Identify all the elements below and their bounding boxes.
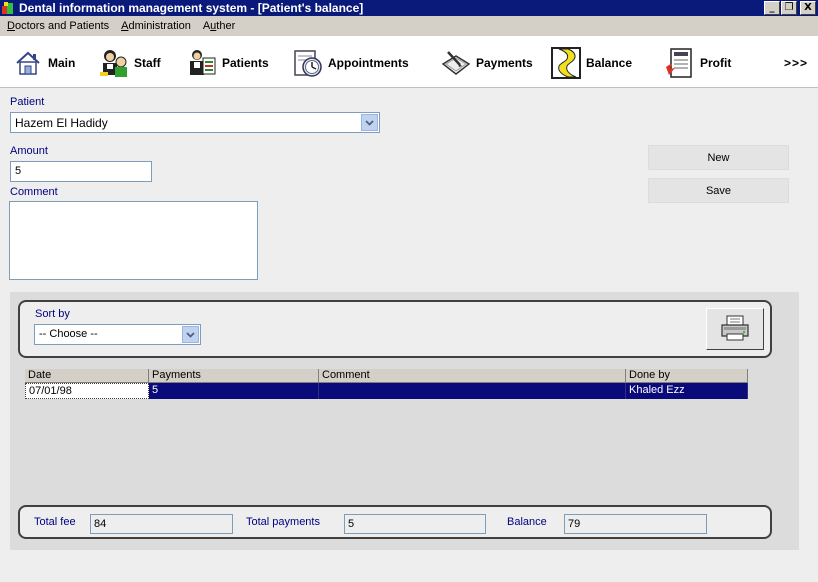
printer-icon [719,314,751,345]
amount-input[interactable]: 5 [10,161,152,182]
total-fee-field: 84 [90,514,233,534]
sort-group: Sort by -- Choose -- [18,300,772,358]
total-payments-field: 5 [344,514,486,534]
patient-select-value: Hazem El Hadidy [15,116,108,130]
chevron-down-icon[interactable] [361,114,378,131]
grid-header: Date Payments Comment Done by [25,369,748,383]
toolbar: Main Staff Patients Appointments Payment… [0,36,818,88]
balance-icon [550,47,582,79]
title-bar: Dental information management system - [… [0,0,818,16]
print-button[interactable] [706,308,764,350]
app-icon [1,1,15,15]
toolbar-appointments[interactable]: Appointments [292,46,409,80]
balance-label: Balance [507,516,547,528]
column-header-payments[interactable]: Payments [149,369,319,383]
staff-icon [98,47,130,79]
table-row[interactable]: 07/01/98 5 Khaled Ezz [25,383,748,399]
patients-icon [186,47,218,79]
house-icon [12,47,44,79]
toolbar-staff[interactable]: Staff [98,46,161,80]
cell-done-by[interactable]: Khaled Ezz [626,383,748,399]
chevron-down-icon[interactable] [182,326,199,343]
toolbar-payments-label: Payments [476,56,533,70]
total-payments-label: Total payments [246,516,320,528]
menu-administration[interactable]: Administration [121,20,191,32]
column-header-date[interactable]: Date [25,369,149,383]
toolbar-profit[interactable]: Profit [664,46,731,80]
toolbar-main-label: Main [48,56,76,70]
cell-payments[interactable]: 5 [149,383,319,399]
column-header-comment[interactable]: Comment [319,369,626,383]
balance-panel: Sort by -- Choose -- Date Payments Comme… [10,292,799,550]
menu-auther[interactable]: Auther [203,20,235,32]
toolbar-balance[interactable]: Balance [550,46,632,80]
window-title: Dental information management system - [… [19,1,364,15]
toolbar-patients-label: Patients [222,56,269,70]
toolbar-main[interactable]: Main [12,46,75,80]
toolbar-balance-label: Balance [586,56,633,70]
menu-bar: Doctors and Patients Administration Auth… [0,16,818,36]
balance-field: 79 [564,514,707,534]
amount-label: Amount [10,145,48,157]
new-button[interactable]: New [648,145,789,170]
toolbar-staff-label: Staff [134,56,161,70]
close-button[interactable]: X [800,1,816,15]
patient-balance-form: Patient Hazem El Hadidy Amount 5 Comment… [0,89,818,582]
toolbar-payments[interactable]: Payments [440,46,533,80]
toolbar-profit-label: Profit [700,56,732,70]
menu-doctors-and-patients[interactable]: Doctors and Patients [7,20,109,32]
save-button[interactable]: Save [648,178,789,203]
patient-select[interactable]: Hazem El Hadidy [10,112,380,133]
clock-icon [292,47,324,79]
toolbar-more-button[interactable]: >>> [784,56,808,70]
toolbar-appointments-label: Appointments [328,56,409,70]
cell-comment[interactable] [319,383,626,399]
minimize-button[interactable]: _ [764,1,780,15]
total-fee-label: Total fee [34,516,76,528]
sort-by-value: -- Choose -- [39,328,98,340]
restore-button[interactable]: ❐ [781,1,797,15]
column-header-done-by[interactable]: Done by [626,369,748,383]
cell-date[interactable]: 07/01/98 [25,383,149,399]
toolbar-patients[interactable]: Patients [186,46,269,80]
comment-textarea[interactable] [9,201,258,280]
profit-icon [664,47,696,79]
comment-label: Comment [10,186,58,198]
patient-label: Patient [10,96,45,108]
payments-grid: Date Payments Comment Done by 07/01/98 5… [25,369,748,399]
payments-icon [440,47,472,79]
totals-group: Total fee 84 Total payments 5 Balance 79 [18,505,772,539]
sort-by-select[interactable]: -- Choose -- [34,324,201,345]
sort-by-label: Sort by [35,308,70,320]
